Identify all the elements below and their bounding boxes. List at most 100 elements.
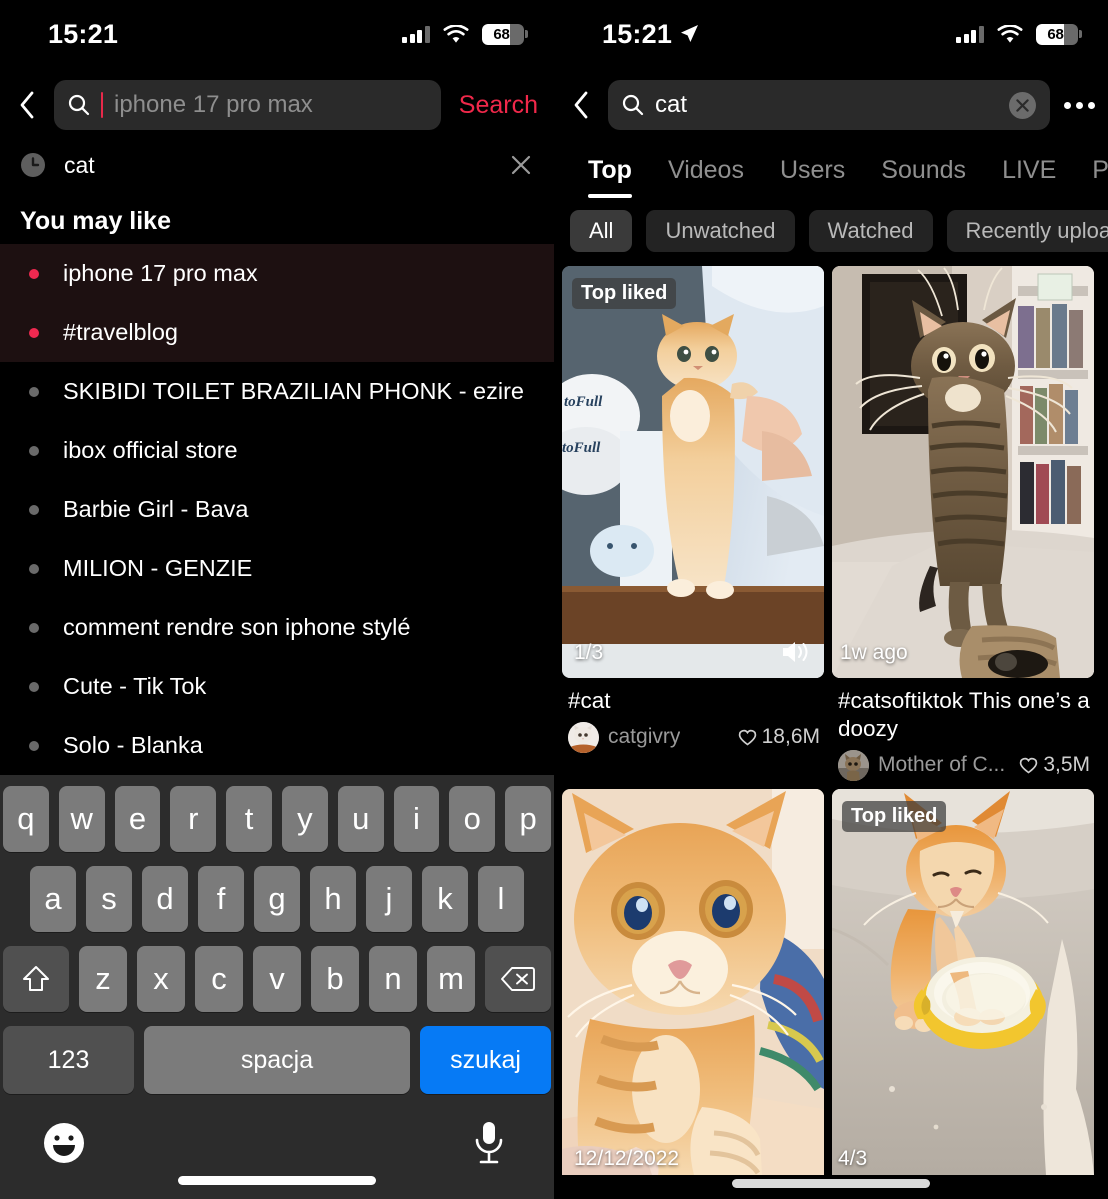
key-s[interactable]: s xyxy=(86,866,132,932)
avatar[interactable] xyxy=(568,721,599,753)
search-history-item[interactable]: cat xyxy=(0,142,554,188)
suggestion-item[interactable]: Barbie Girl - Bava xyxy=(0,480,554,539)
key-l[interactable]: l xyxy=(478,866,524,932)
key-x[interactable]: x xyxy=(137,946,185,1012)
search-header-right: cat xyxy=(554,68,1108,142)
backspace-icon xyxy=(501,967,535,991)
keyboard-bottom-bar xyxy=(0,1094,554,1166)
video-thumbnail[interactable]: 12/12/2022 xyxy=(562,788,824,1175)
avatar[interactable] xyxy=(838,749,869,781)
badge-top-liked: Top liked xyxy=(572,278,677,309)
key-y[interactable]: y xyxy=(282,786,328,852)
suggestion-item[interactable]: Solo - Blanka xyxy=(0,716,554,775)
key-t[interactable]: t xyxy=(226,786,272,852)
key-q[interactable]: q xyxy=(3,786,49,852)
key-g[interactable]: g xyxy=(254,866,300,932)
search-icon xyxy=(622,94,644,116)
back-button[interactable] xyxy=(0,91,54,119)
close-icon[interactable] xyxy=(510,154,532,176)
suggestion-item[interactable]: MILION - GENZIE xyxy=(0,539,554,598)
key-f[interactable]: f xyxy=(198,866,244,932)
video-thumbnail[interactable]: Top liked 4/3 xyxy=(832,788,1094,1175)
key-u[interactable]: u xyxy=(337,786,384,852)
suggestions-section-title: You may like xyxy=(20,207,171,235)
video-card[interactable]: Top liked 4/3 xyxy=(832,788,1094,1175)
chevron-left-icon xyxy=(20,91,34,119)
filter-chip-watched[interactable]: Watched xyxy=(808,210,933,252)
numeric-key[interactable]: 123 xyxy=(3,1026,134,1094)
go-key[interactable]: szukaj xyxy=(420,1026,551,1094)
more-horizontal-icon xyxy=(1063,101,1095,109)
key-d[interactable]: d xyxy=(142,866,188,932)
svg-text:toFull: toFull xyxy=(562,440,601,456)
suggestion-item[interactable]: Cute - Tik Tok xyxy=(0,657,554,716)
tab-users[interactable]: Users xyxy=(762,156,863,198)
key-p[interactable]: p xyxy=(505,786,551,852)
tab-videos[interactable]: Videos xyxy=(650,156,762,198)
video-author-row: catgivry 18,6M xyxy=(568,721,820,753)
tab-places[interactable]: Place xyxy=(1074,156,1108,198)
speaker-icon[interactable] xyxy=(780,639,810,665)
key-m[interactable]: m xyxy=(427,946,475,1012)
key-a[interactable]: a xyxy=(30,866,76,932)
video-card[interactable]: toFull toFull Top liked 1/3 #cat catgivr… xyxy=(562,266,824,781)
key-h[interactable]: h xyxy=(310,866,356,932)
key-i[interactable]: i xyxy=(393,786,440,852)
avatar-image-mother-of-cats xyxy=(838,749,869,781)
key-c[interactable]: c xyxy=(195,946,243,1012)
key-w[interactable]: w xyxy=(58,786,105,852)
key-k[interactable]: k xyxy=(422,866,468,932)
search-submit-button[interactable]: Search xyxy=(441,91,554,120)
emoji-icon[interactable] xyxy=(42,1121,86,1165)
video-card[interactable]: 12/12/2022 xyxy=(562,788,824,1175)
backspace-key[interactable] xyxy=(485,946,551,1012)
status-bar-clock: 15:21 xyxy=(602,19,699,50)
shift-key[interactable] xyxy=(3,946,69,1012)
keyboard-row-2: a s d f g h j k l xyxy=(0,866,554,932)
video-thumbnail[interactable]: toFull toFull Top liked 1/3 xyxy=(562,266,824,678)
clear-circle-icon[interactable] xyxy=(1009,91,1036,119)
suggestion-item[interactable]: comment rendre son iphone stylé xyxy=(0,598,554,657)
video-author[interactable]: catgivry xyxy=(608,725,680,749)
suggestions-list: iphone 17 pro max #travelblog SKIBIDI TO… xyxy=(0,244,554,775)
suggestion-item[interactable]: ibox official store xyxy=(0,421,554,480)
video-thumbnail[interactable]: 1w ago xyxy=(832,266,1094,678)
status-bar-right: 15:21 68 xyxy=(554,0,1108,68)
suggestion-item[interactable]: #travelblog xyxy=(0,303,554,362)
key-b[interactable]: b xyxy=(311,946,359,1012)
video-author[interactable]: Mother of C... xyxy=(878,753,1005,777)
filter-chip-recently-uploaded[interactable]: Recently uploaded xyxy=(946,210,1108,252)
suggestion-label: SKIBIDI TOILET BRAZILIAN PHONK - ezire xyxy=(63,378,524,404)
filter-chip-row: All Unwatched Watched Recently uploaded xyxy=(554,198,1108,266)
filter-chip-all[interactable]: All xyxy=(570,210,633,252)
key-o[interactable]: o xyxy=(449,786,496,852)
bullet-icon xyxy=(29,563,39,574)
badge-slide-count: 4/3 xyxy=(838,1146,868,1170)
bullet-icon xyxy=(29,445,39,456)
avatar-image-catgivry xyxy=(568,721,599,753)
key-r[interactable]: r xyxy=(170,786,217,852)
suggestion-item[interactable]: iphone 17 pro max xyxy=(0,244,554,303)
microphone-icon[interactable] xyxy=(472,1120,506,1166)
location-arrow-icon xyxy=(681,25,699,42)
key-v[interactable]: v xyxy=(253,946,301,1012)
more-options-button[interactable] xyxy=(1050,101,1108,109)
filter-chip-unwatched[interactable]: Unwatched xyxy=(646,210,795,252)
search-query-value: cat xyxy=(655,91,688,118)
tab-live[interactable]: LIVE xyxy=(984,156,1074,198)
tab-sounds[interactable]: Sounds xyxy=(863,156,984,198)
key-n[interactable]: n xyxy=(369,946,417,1012)
search-input[interactable]: cat xyxy=(608,80,1050,130)
tab-top[interactable]: Top xyxy=(570,156,650,198)
space-key[interactable]: spacja xyxy=(144,1026,410,1094)
key-e[interactable]: e xyxy=(114,786,161,852)
battery-indicator: 68 xyxy=(481,23,524,45)
chevron-left-icon xyxy=(574,91,588,119)
key-z[interactable]: z xyxy=(79,946,127,1012)
key-j[interactable]: j xyxy=(366,866,412,932)
suggestion-item[interactable]: SKIBIDI TOILET BRAZILIAN PHONK - ezire xyxy=(0,362,554,421)
back-button[interactable] xyxy=(554,91,608,119)
video-card[interactable]: 1w ago #catsoftiktok This one’s a doozy xyxy=(832,266,1094,781)
search-input[interactable]: iphone 17 pro max xyxy=(54,80,441,130)
battery-percent: 68 xyxy=(1047,25,1064,43)
